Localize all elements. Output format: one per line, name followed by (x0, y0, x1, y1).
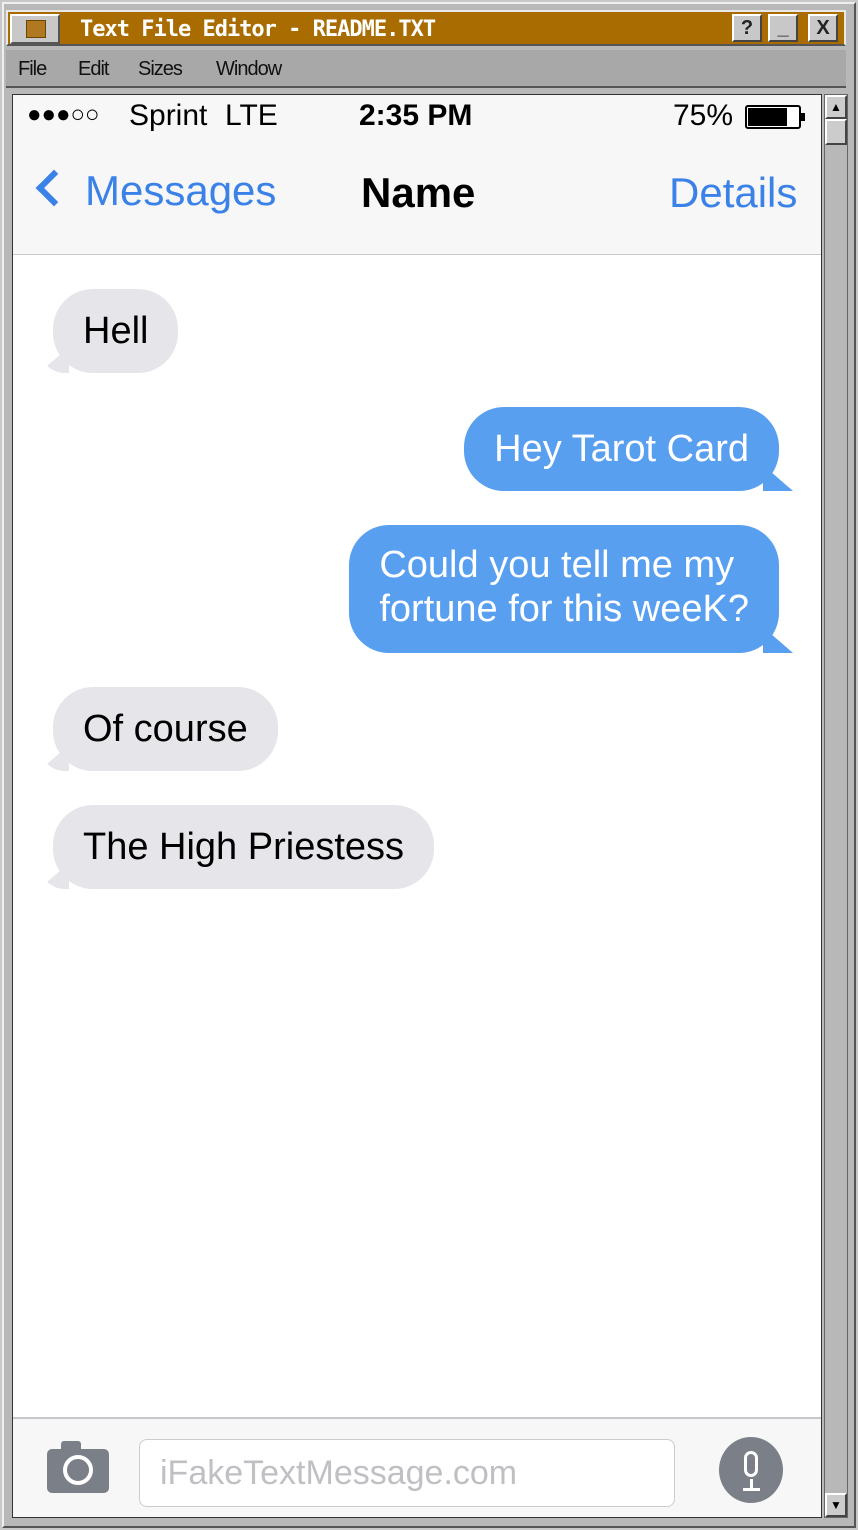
scroll-thumb[interactable] (825, 119, 847, 145)
app-menu-icon[interactable] (10, 14, 60, 44)
message-incoming: The High Priestess (39, 805, 435, 889)
battery-icon (745, 105, 805, 129)
help-button[interactable]: ? (732, 14, 762, 42)
title-bar[interactable]: Text File Editor - README.TXT ? _ X (6, 10, 846, 46)
camera-icon[interactable] (47, 1441, 109, 1493)
message-input[interactable]: iFakeTextMessage.com (139, 1439, 675, 1507)
signal-icon: ●●●○○ (27, 101, 100, 128)
menu-window[interactable]: Window (216, 58, 282, 81)
network: LTE (225, 99, 278, 132)
close-button[interactable]: X (808, 14, 838, 42)
conversation-title: Name (361, 169, 476, 216)
scroll-up-button[interactable]: ▲ (825, 95, 847, 119)
carrier: Sprint (129, 99, 208, 132)
microphone-icon[interactable] (719, 1437, 783, 1503)
menu-bar: File Edit Sizes Window (6, 50, 846, 88)
menu-file[interactable]: File (18, 58, 47, 81)
message-incoming: Hell (39, 289, 179, 373)
chevron-left-icon (35, 169, 73, 207)
message-outgoing: Could you tell me my fortune for this wee… (349, 525, 793, 653)
scroll-down-button[interactable]: ▼ (825, 1493, 847, 1517)
message-incoming: Of course (39, 687, 278, 771)
minimize-button[interactable]: _ (768, 14, 798, 42)
status-bar: ●●●○○ Sprint LTE 2:35 PM 75% (13, 95, 821, 141)
back-button[interactable]: Messages (33, 167, 276, 215)
scrollbar[interactable]: ▲ ▼ (824, 94, 848, 1518)
message-outgoing: Hey Tarot Card (464, 407, 793, 491)
details-button[interactable]: Details (669, 169, 797, 217)
phone-screen: ●●●○○ Sprint LTE 2:35 PM 75% Messages Na… (12, 94, 822, 1518)
clock: 2:35 PM (359, 99, 473, 132)
back-label: Messages (85, 167, 277, 214)
battery-percent: 75% (673, 99, 734, 132)
compose-bar: iFakeTextMessage.com (13, 1417, 821, 1517)
window-title: Text File Editor - README.TXT (80, 17, 436, 42)
menu-sizes[interactable]: Sizes (138, 58, 183, 81)
nav-bar: Messages Name Details (13, 141, 821, 255)
menu-edit[interactable]: Edit (78, 58, 109, 81)
